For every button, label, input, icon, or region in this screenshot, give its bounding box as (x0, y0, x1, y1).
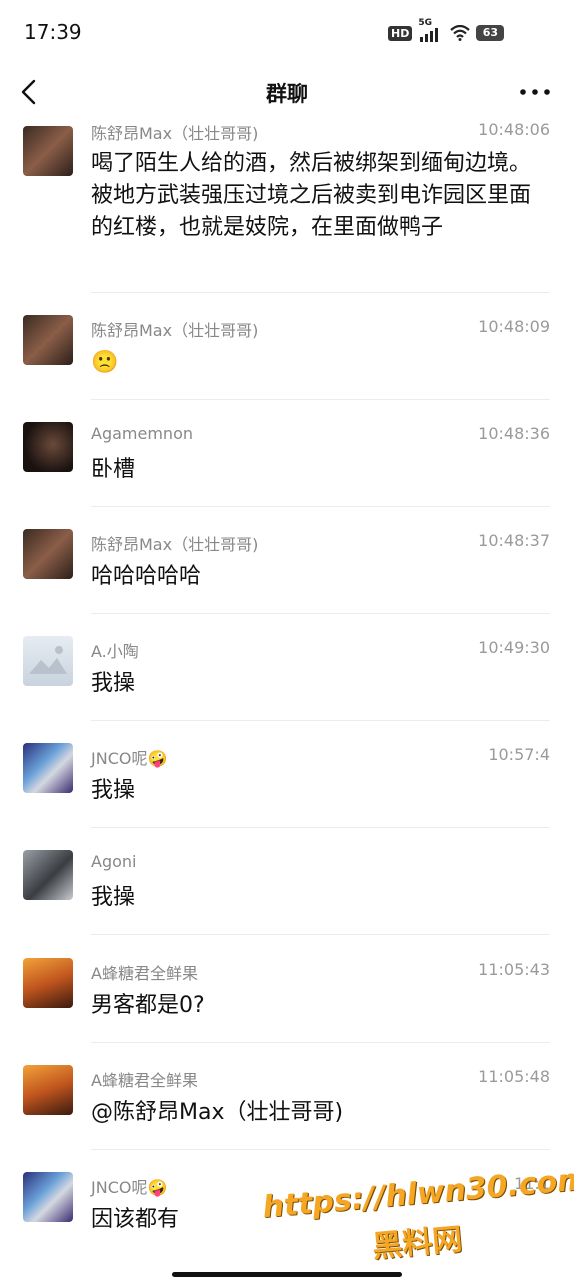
image-placeholder-icon (29, 646, 67, 674)
message-item[interactable]: A.小陶 10:49:30 我操 (0, 622, 574, 722)
message-item[interactable]: Agoni 我操 (0, 836, 574, 936)
avatar[interactable] (23, 315, 73, 365)
sender-name: JNCO呢🤪 (91, 749, 168, 768)
avatar[interactable] (23, 850, 73, 900)
avatar[interactable] (23, 1065, 73, 1115)
watermark-name: 黑料网 (370, 1222, 464, 1265)
message-time: 10:48:37 (478, 531, 550, 550)
message-item[interactable]: 陈舒昂Max（壮壮哥哥) 10:48:37 哈哈哈哈哈 (0, 515, 574, 615)
sender-name: A蜂糖君全鲜果 (91, 1071, 198, 1090)
divider (91, 399, 550, 400)
avatar[interactable] (23, 126, 73, 176)
status-time: 17:39 (24, 20, 82, 44)
divider (91, 1149, 550, 1150)
message-item[interactable]: A蜂糖君全鲜果 11:05:43 男客都是0? (0, 944, 574, 1044)
message-text: 哈哈哈哈哈 (91, 564, 202, 589)
page-title: 群聊 (266, 82, 308, 106)
sender-name: 陈舒昂Max（壮壮哥哥) (91, 124, 259, 143)
message-time: 10:48:36 (478, 424, 550, 443)
divider (91, 827, 550, 828)
message-item[interactable]: 陈舒昂Max（壮壮哥哥) 10:48:06 喝了陌生人给的酒，然后被绑架到缅甸边… (0, 114, 574, 294)
message-text: 卧槽 (91, 457, 136, 482)
status-bar: 17:39 HD 5G 63 (0, 0, 574, 66)
message-text: 我操 (91, 885, 136, 910)
message-time: 11:05:48 (478, 1067, 550, 1086)
divider (91, 720, 550, 721)
message-time: 10:57:4 (488, 745, 550, 764)
message-time: 10:49:30 (478, 638, 550, 657)
message-time: 10:48:09 (478, 317, 550, 336)
signal-icon: 5G (418, 18, 444, 42)
message-item[interactable]: A蜂糖君全鲜果 11:05:48 @陈舒昂Max（壮壮哥哥) (0, 1051, 574, 1151)
avatar[interactable] (23, 529, 73, 579)
message-item[interactable]: Agamemnon 10:48:36 卧槽 (0, 408, 574, 508)
home-indicator[interactable] (172, 1272, 402, 1277)
message-text: @陈舒昂Max（壮壮哥哥) (91, 1100, 344, 1125)
message-item[interactable]: JNCO呢🤪 10:57:4 我操 (0, 729, 574, 829)
more-options-icon[interactable] (518, 80, 552, 104)
divider (91, 292, 550, 293)
divider (91, 934, 550, 935)
sender-name: Agamemnon (91, 424, 193, 443)
sender-name: Agoni (91, 852, 137, 871)
sender-name: JNCO呢🤪 (91, 1178, 168, 1197)
message-text: 我操 (91, 671, 136, 696)
hd-icon: HD (388, 25, 413, 41)
message-time: 11:05:43 (478, 960, 550, 979)
avatar[interactable] (23, 743, 73, 793)
message-item[interactable]: 陈舒昂Max（壮壮哥哥) 10:48:09 🙁 (0, 301, 574, 401)
message-time: 10:48:06 (478, 120, 550, 139)
avatar[interactable] (23, 636, 73, 686)
message-text: 我操 (91, 778, 136, 803)
avatar[interactable] (23, 958, 73, 1008)
sender-name: 陈舒昂Max（壮壮哥哥) (91, 535, 259, 554)
sender-name: A蜂糖君全鲜果 (91, 964, 198, 983)
sender-name: A.小陶 (91, 642, 139, 661)
wifi-icon (450, 25, 471, 41)
message-text: 🙁 (91, 350, 119, 375)
battery-icon: 63 (476, 25, 505, 41)
divider (91, 1042, 550, 1043)
divider (91, 506, 550, 507)
divider (91, 613, 550, 614)
sender-name: 陈舒昂Max（壮壮哥哥) (91, 321, 259, 340)
avatar[interactable] (23, 422, 73, 472)
message-text: 喝了陌生人给的酒，然后被绑架到缅甸边境。被地方武装强压过境之后被卖到电诈园区里面… (91, 151, 532, 240)
status-icons: HD 5G 63 (388, 18, 505, 42)
avatar[interactable] (23, 1172, 73, 1222)
message-text: 男客都是0? (91, 993, 205, 1018)
